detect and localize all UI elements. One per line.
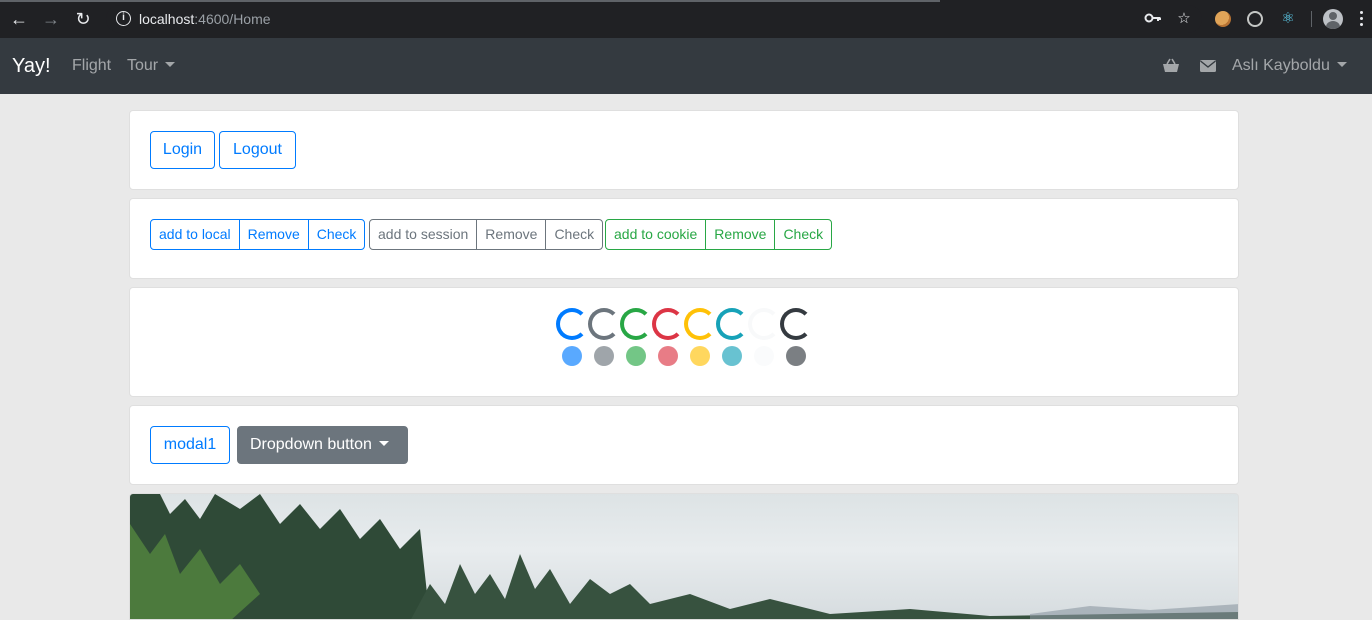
tab-strip-edge — [0, 0, 940, 2]
app-navbar: Yay! Flight Tour Aslı Kayboldu — [0, 38, 1372, 94]
grow-spinner — [626, 346, 646, 366]
grow-spinner — [786, 346, 806, 366]
browser-chrome: ← → ↻ i localhost:4600/Home ☆ ⚛ — [0, 0, 1372, 38]
grow-spinner — [562, 346, 582, 366]
border-spinner — [684, 308, 716, 340]
session-storage-group: add to session Remove Check — [369, 219, 604, 250]
back-icon[interactable]: ← — [8, 8, 30, 30]
nav-link-flight[interactable]: Flight — [72, 57, 111, 75]
remove-local-button[interactable]: Remove — [238, 219, 309, 250]
navbar-brand[interactable]: Yay! — [12, 55, 51, 78]
check-session-button[interactable]: Check — [545, 219, 604, 250]
grow-spinner — [594, 346, 614, 366]
add-to-local-button[interactable]: add to local — [150, 219, 240, 250]
forest-image — [130, 494, 1238, 619]
url-path: :4600/Home — [194, 11, 271, 27]
user-menu-dropdown[interactable]: Aslı Kayboldu — [1232, 57, 1347, 75]
url-host: localhost — [139, 11, 195, 27]
spinners-card — [129, 287, 1239, 397]
grow-spinner — [658, 346, 678, 366]
basket-glyph — [1163, 58, 1179, 72]
border-spinner — [748, 308, 780, 340]
grow-spinner — [754, 346, 774, 366]
chevron-down-icon — [378, 441, 389, 446]
profile-avatar-icon[interactable] — [1323, 9, 1343, 29]
envelope-glyph — [1200, 60, 1216, 72]
auth-card: Login Logout — [129, 110, 1239, 190]
key-icon[interactable] — [1143, 9, 1163, 29]
border-spinner — [620, 308, 652, 340]
border-spinner — [556, 308, 588, 340]
toolbar-separator — [1311, 11, 1312, 27]
local-storage-group: add to local Remove Check — [150, 219, 366, 250]
url-text[interactable]: localhost:4600/Home — [139, 11, 271, 27]
basket-icon[interactable] — [1162, 57, 1180, 75]
bookmark-star-icon[interactable]: ☆ — [1174, 9, 1194, 29]
add-to-session-button[interactable]: add to session — [369, 219, 478, 250]
border-spinner — [588, 308, 620, 340]
globe-extension-icon[interactable] — [1247, 11, 1263, 27]
remove-cookie-button[interactable]: Remove — [705, 219, 776, 250]
modal1-button[interactable]: modal1 — [150, 426, 230, 464]
react-extension-icon[interactable]: ⚛ — [1278, 9, 1298, 29]
site-info-icon[interactable]: i — [116, 11, 131, 26]
grow-spinner — [722, 346, 742, 366]
cookie-extension-icon[interactable] — [1215, 11, 1231, 27]
check-cookie-button[interactable]: Check — [774, 219, 833, 250]
user-name: Aslı Kayboldu — [1232, 57, 1330, 74]
envelope-icon[interactable] — [1199, 57, 1217, 75]
browser-menu-icon[interactable] — [1360, 11, 1364, 27]
storage-card: add to local Remove Check add to session… — [129, 198, 1239, 279]
reload-icon[interactable]: ↻ — [72, 8, 94, 30]
border-spinner — [780, 308, 812, 340]
logout-button[interactable]: Logout — [219, 131, 296, 169]
grow-spinner — [690, 346, 710, 366]
key-glyph — [1144, 13, 1161, 23]
address-bar[interactable]: i localhost:4600/Home — [106, 5, 1202, 33]
chevron-down-icon — [1336, 62, 1347, 67]
dropdown-button-label: Dropdown button — [250, 436, 372, 453]
chevron-down-icon — [165, 62, 176, 67]
login-button[interactable]: Login — [150, 131, 215, 169]
add-to-cookie-button[interactable]: add to cookie — [605, 219, 707, 250]
nav-link-tour-dropdown[interactable]: Tour — [127, 57, 176, 75]
remove-session-button[interactable]: Remove — [476, 219, 547, 250]
actions-card: modal1 Dropdown button — [129, 405, 1239, 485]
nav-link-tour-label: Tour — [127, 57, 159, 74]
check-local-button[interactable]: Check — [307, 219, 366, 250]
landscape-photo — [129, 493, 1239, 620]
cookie-storage-group: add to cookie Remove Check — [605, 219, 833, 250]
dropdown-button[interactable]: Dropdown button — [237, 426, 408, 464]
forward-icon[interactable]: → — [40, 8, 62, 30]
border-spinner — [652, 308, 684, 340]
border-spinner — [716, 308, 748, 340]
